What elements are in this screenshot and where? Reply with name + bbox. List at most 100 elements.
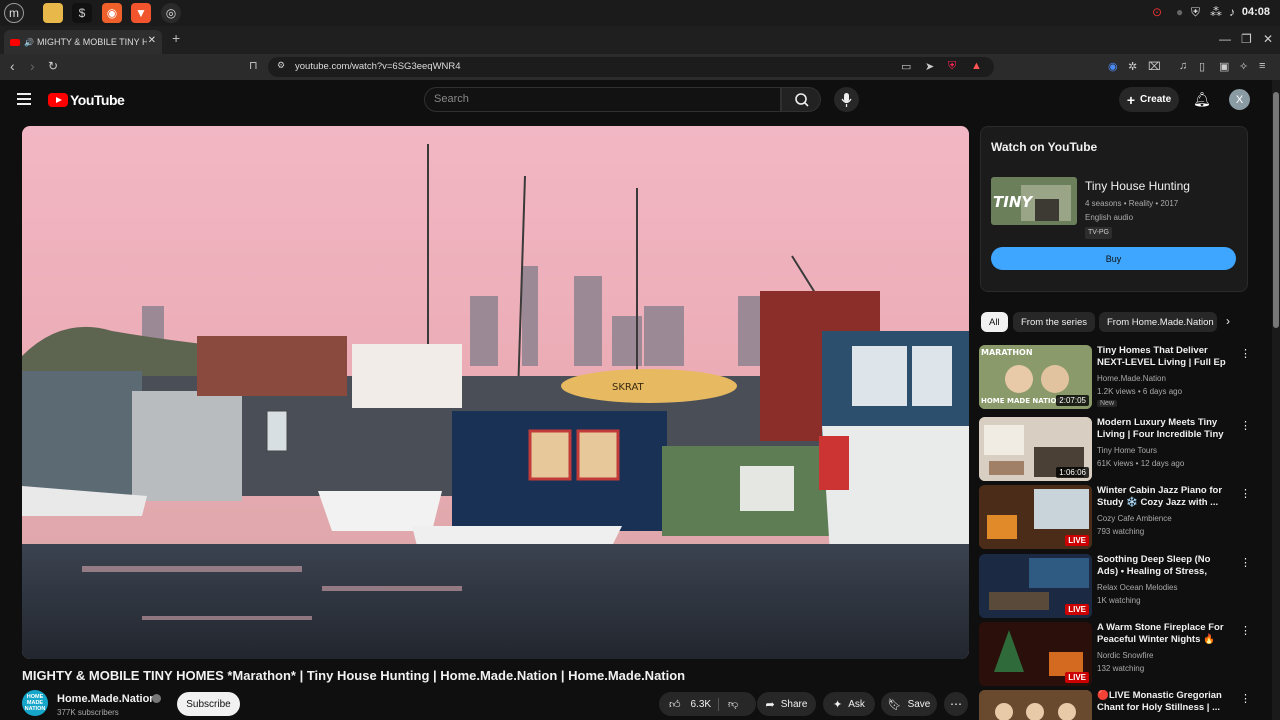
brave-icon[interactable]: ▼ bbox=[131, 3, 151, 23]
video-frame: SKRAT bbox=[22, 126, 969, 659]
list-item[interactable]: 1:06:06 Modern Luxury Meets Tiny Living … bbox=[979, 417, 1251, 481]
recommendation-title[interactable]: Winter Cabin Jazz Piano for Study ❄️ Coz… bbox=[1097, 485, 1233, 509]
terminal-icon[interactable]: $ bbox=[72, 3, 92, 23]
music-icon[interactable]: ♫ bbox=[1179, 60, 1187, 72]
send-icon[interactable]: ➤ bbox=[925, 60, 934, 73]
more-options-icon[interactable]: ⋮ bbox=[1240, 556, 1251, 569]
brave-shield-icon[interactable]: ⛨ bbox=[948, 60, 956, 73]
site-info-icon[interactable]: ⚙ bbox=[277, 60, 285, 71]
chip-from-the-series[interactable]: From the series bbox=[1013, 312, 1095, 332]
search-input[interactable] bbox=[424, 87, 781, 112]
cast-icon[interactable]: ▭ bbox=[901, 60, 911, 73]
recommendation-channel[interactable]: Nordic Snowfire bbox=[1097, 651, 1153, 660]
screenshot-icon[interactable]: ⌧ bbox=[1148, 60, 1161, 73]
video-player[interactable]: SKRAT bbox=[22, 126, 969, 659]
back-icon[interactable]: ‹ bbox=[10, 58, 15, 74]
minimize-icon[interactable]: — bbox=[1219, 32, 1231, 46]
video-thumbnail[interactable]: MARATHON HOME MADE NATION 2:07:05 bbox=[979, 345, 1092, 409]
subscribe-button[interactable]: Subscribe bbox=[177, 692, 240, 716]
recommendation-channel[interactable]: Tiny Home Tours bbox=[1097, 446, 1157, 455]
share-button[interactable]: ➦ Share bbox=[757, 692, 816, 716]
guide-menu-icon[interactable] bbox=[17, 93, 31, 105]
speaker-icon[interactable]: 🔊 bbox=[24, 38, 34, 47]
video-thumbnail[interactable] bbox=[979, 690, 1092, 720]
list-item[interactable]: MARATHON HOME MADE NATION 2:07:05 Tiny H… bbox=[979, 345, 1251, 409]
sidebar-icon[interactable]: ▯ bbox=[1199, 60, 1205, 73]
more-actions-button[interactable]: ⋯ bbox=[944, 692, 968, 716]
live-badge: LIVE bbox=[1065, 535, 1089, 546]
show-title[interactable]: Tiny House Hunting bbox=[1085, 179, 1190, 193]
youtube-logo-text: YouTube bbox=[70, 92, 125, 108]
save-button[interactable]: 🔖︎ Save bbox=[881, 692, 937, 716]
buy-button[interactable]: Buy bbox=[991, 247, 1236, 270]
recommendation-channel[interactable]: Home.Made.Nation bbox=[1097, 374, 1166, 383]
forward-icon[interactable]: › bbox=[30, 58, 35, 74]
wallet-icon[interactable]: ▣ bbox=[1219, 60, 1229, 73]
close-window-icon[interactable]: ✕ bbox=[1263, 32, 1273, 46]
rewards-icon[interactable]: ▲ bbox=[971, 60, 982, 72]
like-button[interactable]: 👍︎ 6.3K bbox=[659, 697, 719, 711]
ask-label: Ask bbox=[848, 698, 865, 710]
mint-menu-icon[interactable]: m bbox=[4, 3, 24, 23]
list-item[interactable]: 🔴LIVE Monastic Gregorian Chant for Holy … bbox=[979, 690, 1251, 720]
chevron-right-icon[interactable]: › bbox=[1226, 314, 1230, 328]
clock[interactable]: 04:08 bbox=[1242, 6, 1270, 18]
recommendation-meta: 793 watching bbox=[1097, 527, 1145, 536]
new-tab-button[interactable]: + bbox=[172, 30, 180, 46]
ask-button[interactable]: ✦ Ask bbox=[823, 692, 875, 716]
reload-icon[interactable]: ↻ bbox=[48, 59, 58, 73]
close-tab-icon[interactable]: ✕ bbox=[148, 35, 156, 46]
list-item[interactable]: LIVE Winter Cabin Jazz Piano for Study ❄… bbox=[979, 485, 1251, 549]
update-icon[interactable]: ⊙ bbox=[1152, 5, 1162, 19]
youtube-logo[interactable]: YouTube bbox=[48, 92, 125, 108]
maximize-icon[interactable]: ❐ bbox=[1241, 32, 1252, 46]
leo-icon[interactable]: ✧ bbox=[1239, 60, 1248, 73]
video-thumbnail[interactable]: LIVE bbox=[979, 554, 1092, 618]
video-thumbnail[interactable]: LIVE bbox=[979, 485, 1092, 549]
folder-icon[interactable] bbox=[43, 3, 63, 23]
list-item[interactable]: LIVE A Warm Stone Fireplace For Peaceful… bbox=[979, 622, 1251, 686]
watch-card-heading: Watch on YouTube bbox=[991, 140, 1098, 154]
channel-avatar[interactable]: HOME MADE NATION bbox=[22, 690, 48, 716]
menu-icon[interactable]: ≡ bbox=[1259, 60, 1265, 72]
shield-icon[interactable]: ⛨ bbox=[1191, 5, 1200, 20]
scrollbar-thumb[interactable] bbox=[1273, 92, 1279, 328]
extensions-icon[interactable]: ✲ bbox=[1128, 60, 1137, 73]
network-icon[interactable]: ⁂ bbox=[1210, 5, 1222, 19]
search-button[interactable] bbox=[781, 87, 821, 112]
channel-name[interactable]: Home.Made.Nation bbox=[57, 693, 156, 705]
firefox-icon[interactable]: ◉ bbox=[102, 3, 122, 23]
chromium-icon[interactable]: ◎ bbox=[161, 3, 181, 23]
extension-g-icon[interactable]: ◉ bbox=[1108, 60, 1118, 73]
chip-from-channel[interactable]: From Home.Made.Nation bbox=[1099, 312, 1217, 332]
voice-search-button[interactable] bbox=[834, 87, 859, 112]
recommendation-channel[interactable]: Relax Ocean Melodies bbox=[1097, 583, 1177, 592]
list-item[interactable]: LIVE Soothing Deep Sleep (No Ads) • Heal… bbox=[979, 554, 1251, 618]
create-button[interactable]: + Create bbox=[1119, 87, 1179, 112]
url-text[interactable]: youtube.com/watch?v=6SG3eeqWNR4 bbox=[295, 61, 461, 72]
recommendation-title[interactable]: Tiny Homes That Deliver NEXT-LEVEL Livin… bbox=[1097, 345, 1233, 369]
video-thumbnail[interactable]: LIVE bbox=[979, 622, 1092, 686]
volume-icon[interactable]: ♪ bbox=[1229, 5, 1235, 19]
recommendation-channel[interactable]: Cozy Cafe Ambience bbox=[1097, 514, 1172, 523]
more-options-icon[interactable]: ⋮ bbox=[1240, 347, 1251, 360]
more-options-icon[interactable]: ⋮ bbox=[1240, 419, 1251, 432]
recommendation-title[interactable]: Soothing Deep Sleep (No Ads) • Healing o… bbox=[1097, 554, 1233, 578]
notifications-bell-icon[interactable]: 🔔︎ bbox=[1193, 91, 1211, 108]
recommendation-title[interactable]: A Warm Stone Fireplace For Peaceful Wint… bbox=[1097, 622, 1233, 646]
recommendation-title[interactable]: Modern Luxury Meets Tiny Living | Four I… bbox=[1097, 417, 1233, 441]
chip-all[interactable]: All bbox=[981, 312, 1008, 332]
recommendation-meta: 1K watching bbox=[1097, 596, 1141, 605]
bookmark-icon[interactable]: ⊓ bbox=[249, 59, 258, 72]
more-options-icon[interactable]: ⋮ bbox=[1240, 624, 1251, 637]
more-options-icon[interactable]: ⋮ bbox=[1240, 692, 1251, 705]
dislike-button[interactable]: 👎︎ bbox=[719, 698, 738, 710]
browser-tab[interactable]: 🔊 MIGHTY & MOBILE TINY HOMES ✕ bbox=[4, 30, 162, 54]
subscriber-count: 377K subscribers bbox=[57, 708, 119, 717]
recommendation-title[interactable]: 🔴LIVE Monastic Gregorian Chant for Holy … bbox=[1097, 690, 1233, 714]
video-thumbnail[interactable]: 1:06:06 bbox=[979, 417, 1092, 481]
account-avatar[interactable]: X bbox=[1229, 89, 1250, 110]
more-options-icon[interactable]: ⋮ bbox=[1240, 487, 1251, 500]
show-thumbnail[interactable]: TINY bbox=[991, 177, 1077, 225]
thumbs-down-icon: 👎︎ bbox=[728, 699, 739, 710]
